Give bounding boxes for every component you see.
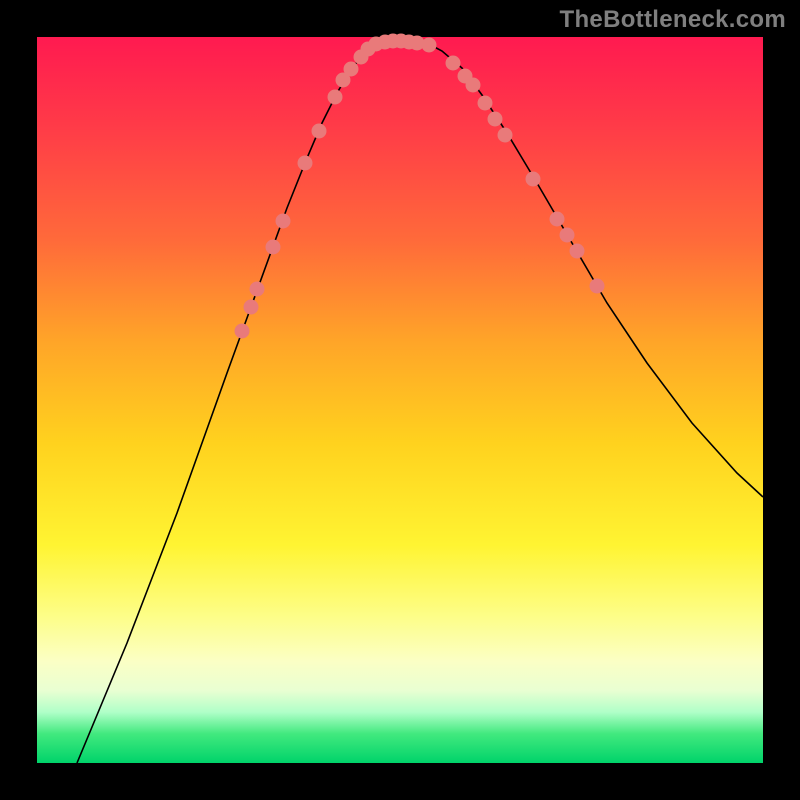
marker-layer — [235, 34, 605, 339]
marker-dot — [488, 112, 503, 127]
marker-dot — [478, 96, 493, 111]
marker-dot — [560, 228, 575, 243]
marker-dot — [266, 240, 281, 255]
marker-dot — [328, 90, 343, 105]
marker-dot — [312, 124, 327, 139]
marker-dot — [250, 282, 265, 297]
marker-dot — [244, 300, 259, 315]
plot-area — [37, 37, 763, 763]
watermark-text: TheBottleneck.com — [560, 6, 786, 34]
marker-dot — [590, 279, 605, 294]
marker-dot — [498, 128, 513, 143]
bottleneck-curve — [77, 40, 763, 763]
marker-dot — [526, 172, 541, 187]
marker-dot — [235, 324, 250, 339]
chart-stage: TheBottleneck.com — [0, 0, 800, 800]
chart-svg — [37, 37, 763, 763]
marker-dot — [298, 156, 313, 171]
marker-dot — [344, 62, 359, 77]
marker-dot — [466, 78, 481, 93]
marker-dot — [276, 214, 291, 229]
marker-dot — [570, 244, 585, 259]
marker-dot — [550, 212, 565, 227]
marker-dot — [446, 56, 461, 71]
marker-dot — [422, 38, 437, 53]
